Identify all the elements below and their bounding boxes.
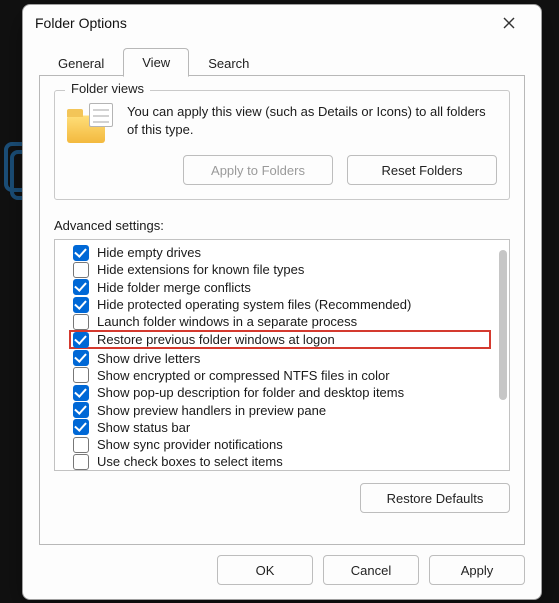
advanced-item-label: Restore previous folder windows at logon xyxy=(97,332,335,347)
checkbox[interactable] xyxy=(73,314,89,330)
checkbox[interactable] xyxy=(73,367,89,383)
advanced-item-label: Show preview handlers in preview pane xyxy=(97,403,326,418)
advanced-item-label: Show drive letters xyxy=(97,351,200,366)
advanced-item-label: Show status bar xyxy=(97,420,190,435)
advanced-item[interactable]: Restore previous folder windows at logon xyxy=(69,330,491,349)
checkbox[interactable] xyxy=(73,437,89,453)
checkbox[interactable] xyxy=(73,419,89,435)
checkbox[interactable] xyxy=(73,402,89,418)
folder-views-description: You can apply this view (such as Details… xyxy=(127,103,497,138)
advanced-item[interactable]: Hide empty drives xyxy=(73,244,491,261)
checkbox[interactable] xyxy=(73,350,89,366)
scrollbar-thumb[interactable] xyxy=(499,250,507,400)
advanced-item[interactable]: Show pop-up description for folder and d… xyxy=(73,384,491,401)
window-title: Folder Options xyxy=(35,15,127,31)
checkbox[interactable] xyxy=(73,385,89,401)
advanced-item[interactable]: Hide folder merge conflicts xyxy=(73,279,491,296)
advanced-item[interactable]: Launch folder windows in a separate proc… xyxy=(73,313,491,330)
advanced-settings-list[interactable]: Hide empty drives Hide extensions for kno… xyxy=(54,239,510,471)
advanced-item[interactable]: Show encrypted or compressed NTFS files … xyxy=(73,367,491,384)
checkbox[interactable] xyxy=(73,262,89,278)
restore-defaults-button[interactable]: Restore Defaults xyxy=(360,483,510,513)
checkbox[interactable] xyxy=(73,279,89,295)
advanced-item[interactable]: Use check boxes to select items xyxy=(73,453,491,470)
advanced-item-label: Show pop-up description for folder and d… xyxy=(97,385,404,400)
checkbox[interactable] xyxy=(73,245,89,261)
tabstrip: General View Search xyxy=(23,47,541,76)
checkbox[interactable] xyxy=(73,297,89,313)
tab-search[interactable]: Search xyxy=(189,49,268,77)
folder-views-group: Folder views You can apply this view (su… xyxy=(54,90,510,200)
advanced-item-label: Launch folder windows in a separate proc… xyxy=(97,314,357,329)
reset-folders-button[interactable]: Reset Folders xyxy=(347,155,497,185)
advanced-item-label: Hide extensions for known file types xyxy=(97,262,304,277)
advanced-item[interactable]: Show drive letters xyxy=(73,349,491,366)
advanced-item-label: Hide empty drives xyxy=(97,245,201,260)
folder-views-legend: Folder views xyxy=(65,81,150,96)
checkbox[interactable] xyxy=(73,332,89,348)
tab-view[interactable]: View xyxy=(123,48,189,77)
dialog-buttons: OK Cancel Apply xyxy=(23,555,541,599)
cancel-button[interactable]: Cancel xyxy=(323,555,419,585)
folder-views-icon xyxy=(67,103,113,143)
close-button[interactable] xyxy=(489,9,529,37)
advanced-item[interactable]: Hide protected operating system files (R… xyxy=(73,296,491,313)
advanced-item-label: Hide protected operating system files (R… xyxy=(97,297,411,312)
advanced-item-label: Use check boxes to select items xyxy=(97,454,283,469)
advanced-settings-label: Advanced settings: xyxy=(54,218,510,233)
advanced-item[interactable]: Show status bar xyxy=(73,419,491,436)
apply-button[interactable]: Apply xyxy=(429,555,525,585)
close-icon xyxy=(503,17,515,29)
advanced-item-label: Show encrypted or compressed NTFS files … xyxy=(97,368,390,383)
apply-to-folders-button[interactable]: Apply to Folders xyxy=(183,155,333,185)
advanced-item-label: Show sync provider notifications xyxy=(97,437,283,452)
advanced-item[interactable]: Show preview handlers in preview pane xyxy=(73,401,491,418)
scrollbar[interactable] xyxy=(499,242,507,468)
ok-button[interactable]: OK xyxy=(217,555,313,585)
titlebar: Folder Options xyxy=(23,5,541,41)
advanced-item[interactable]: Hide extensions for known file types xyxy=(73,261,491,278)
advanced-item-label: Hide folder merge conflicts xyxy=(97,280,251,295)
advanced-item[interactable]: Show sync provider notifications xyxy=(73,436,491,453)
checkbox[interactable] xyxy=(73,454,89,470)
folder-options-dialog: Folder Options General View Search Folde… xyxy=(22,4,542,600)
tab-general[interactable]: General xyxy=(39,49,123,77)
tab-page-view: Folder views You can apply this view (su… xyxy=(39,76,525,545)
